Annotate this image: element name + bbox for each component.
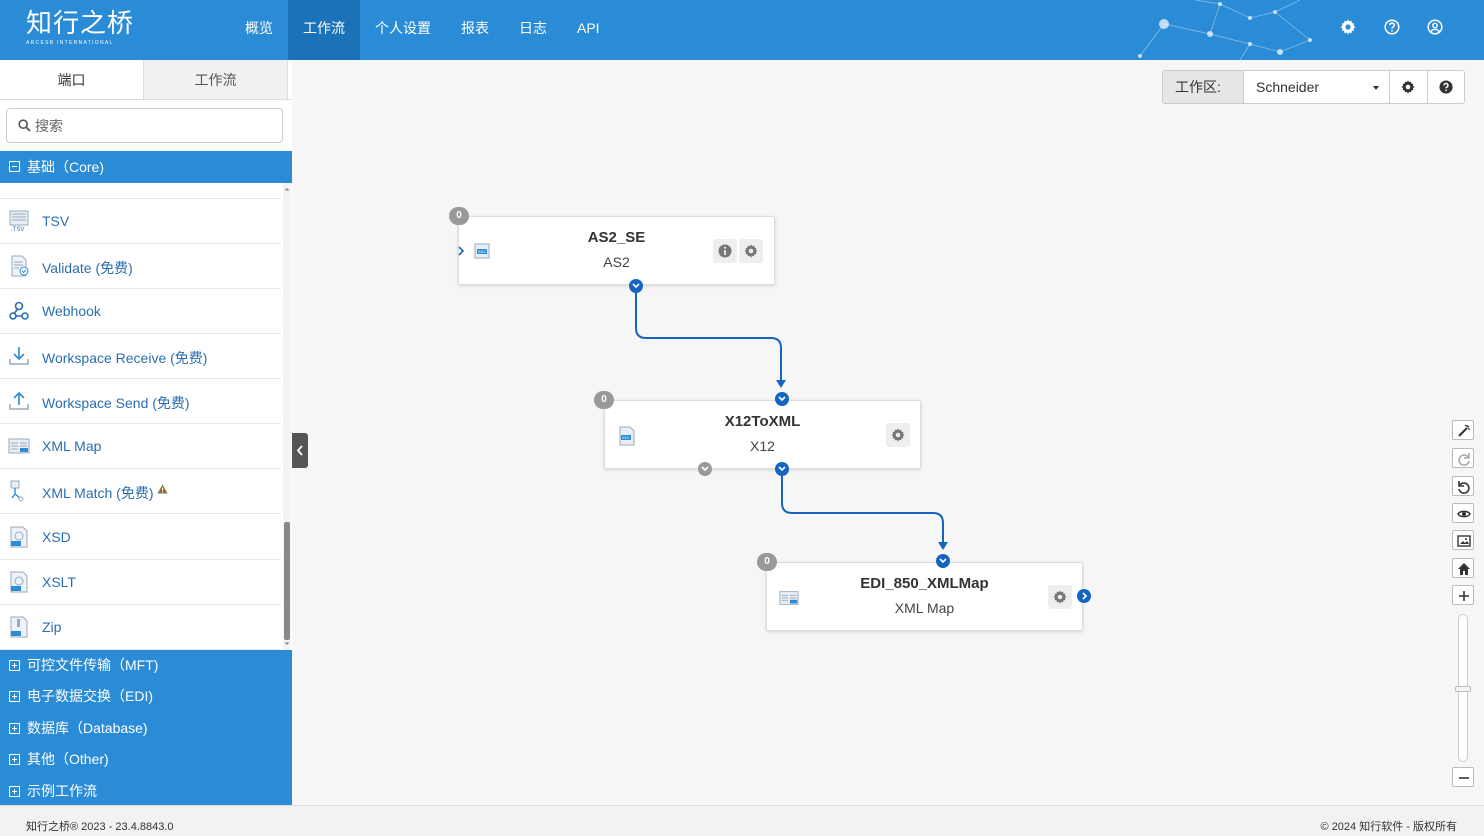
undo-button[interactable]: [1452, 476, 1474, 496]
footer-copyright: © 2024 知行软件 - 版权所有: [1320, 821, 1457, 833]
edge-x12-to-xmlmap[interactable]: [781, 476, 944, 548]
zoom-slider-handle[interactable]: [1455, 686, 1471, 692]
node-subtitle: XML Map: [894, 600, 955, 616]
node-badge: 0: [594, 391, 614, 409]
chevron-down-icon: [778, 466, 786, 472]
info-icon: [718, 244, 732, 258]
node-settings-button[interactable]: [886, 423, 910, 447]
chevron-down-icon: [701, 466, 709, 472]
home-button[interactable]: [1452, 558, 1474, 578]
preview-button[interactable]: [1452, 503, 1474, 523]
minus-icon: [1459, 777, 1469, 779]
home-icon: [1458, 563, 1470, 575]
node-badge: 0: [449, 207, 469, 225]
output-port[interactable]: [775, 462, 789, 476]
edge-arrow-icon: [776, 380, 786, 388]
image-icon: [1457, 535, 1471, 547]
gear-icon: [1053, 590, 1067, 604]
output-port[interactable]: [629, 279, 643, 293]
node-info-button[interactable]: [713, 239, 737, 263]
node-settings-button[interactable]: [739, 239, 763, 263]
flow-node-as2[interactable]: AS2 AS2_SE AS2: [458, 216, 775, 285]
eye-icon: [1457, 510, 1471, 518]
chevron-down-icon: [939, 558, 947, 564]
error-output-port[interactable]: [698, 462, 712, 476]
flow-node-x12[interactable]: X12 X12ToXML X12: [604, 400, 921, 469]
input-port[interactable]: [775, 392, 789, 406]
edge-arrow-icon: [938, 542, 948, 550]
zoom-out-button[interactable]: [1452, 767, 1474, 787]
node-settings-button[interactable]: [1048, 585, 1072, 609]
redo-button[interactable]: [1452, 448, 1474, 468]
node-title: X12ToXML: [724, 413, 801, 430]
chevron-down-icon: [778, 396, 786, 402]
output-port-right[interactable]: [1077, 589, 1091, 603]
node-subtitle: X12: [750, 438, 775, 454]
magic-wand-icon: [1458, 424, 1470, 437]
gear-icon: [744, 244, 758, 258]
undo-icon: [1458, 481, 1470, 494]
export-image-button[interactable]: [1452, 530, 1474, 550]
node-title: EDI_850_XMLMap: [860, 575, 989, 592]
node-badge: 0: [757, 553, 777, 571]
footer-version: 知行之桥® 2023 - 23.4.8843.0: [26, 821, 174, 833]
flow-node-xml-map[interactable]: EDI_850_XMLMap XML Map: [766, 562, 1083, 631]
footer: 知行之桥® 2023 - 23.4.8843.0 © 2024 知行软件 - 版…: [0, 805, 1484, 836]
plus-icon: [1459, 591, 1469, 601]
gear-icon: [891, 428, 905, 442]
input-port[interactable]: [936, 554, 950, 568]
chevron-right-icon: [1082, 592, 1088, 600]
redo-icon: [1458, 453, 1470, 466]
chevron-down-icon: [632, 283, 640, 289]
zoom-in-button[interactable]: [1452, 585, 1474, 605]
auto-layout-button[interactable]: [1452, 420, 1474, 440]
edge-as2-to-x12[interactable]: [635, 292, 782, 386]
